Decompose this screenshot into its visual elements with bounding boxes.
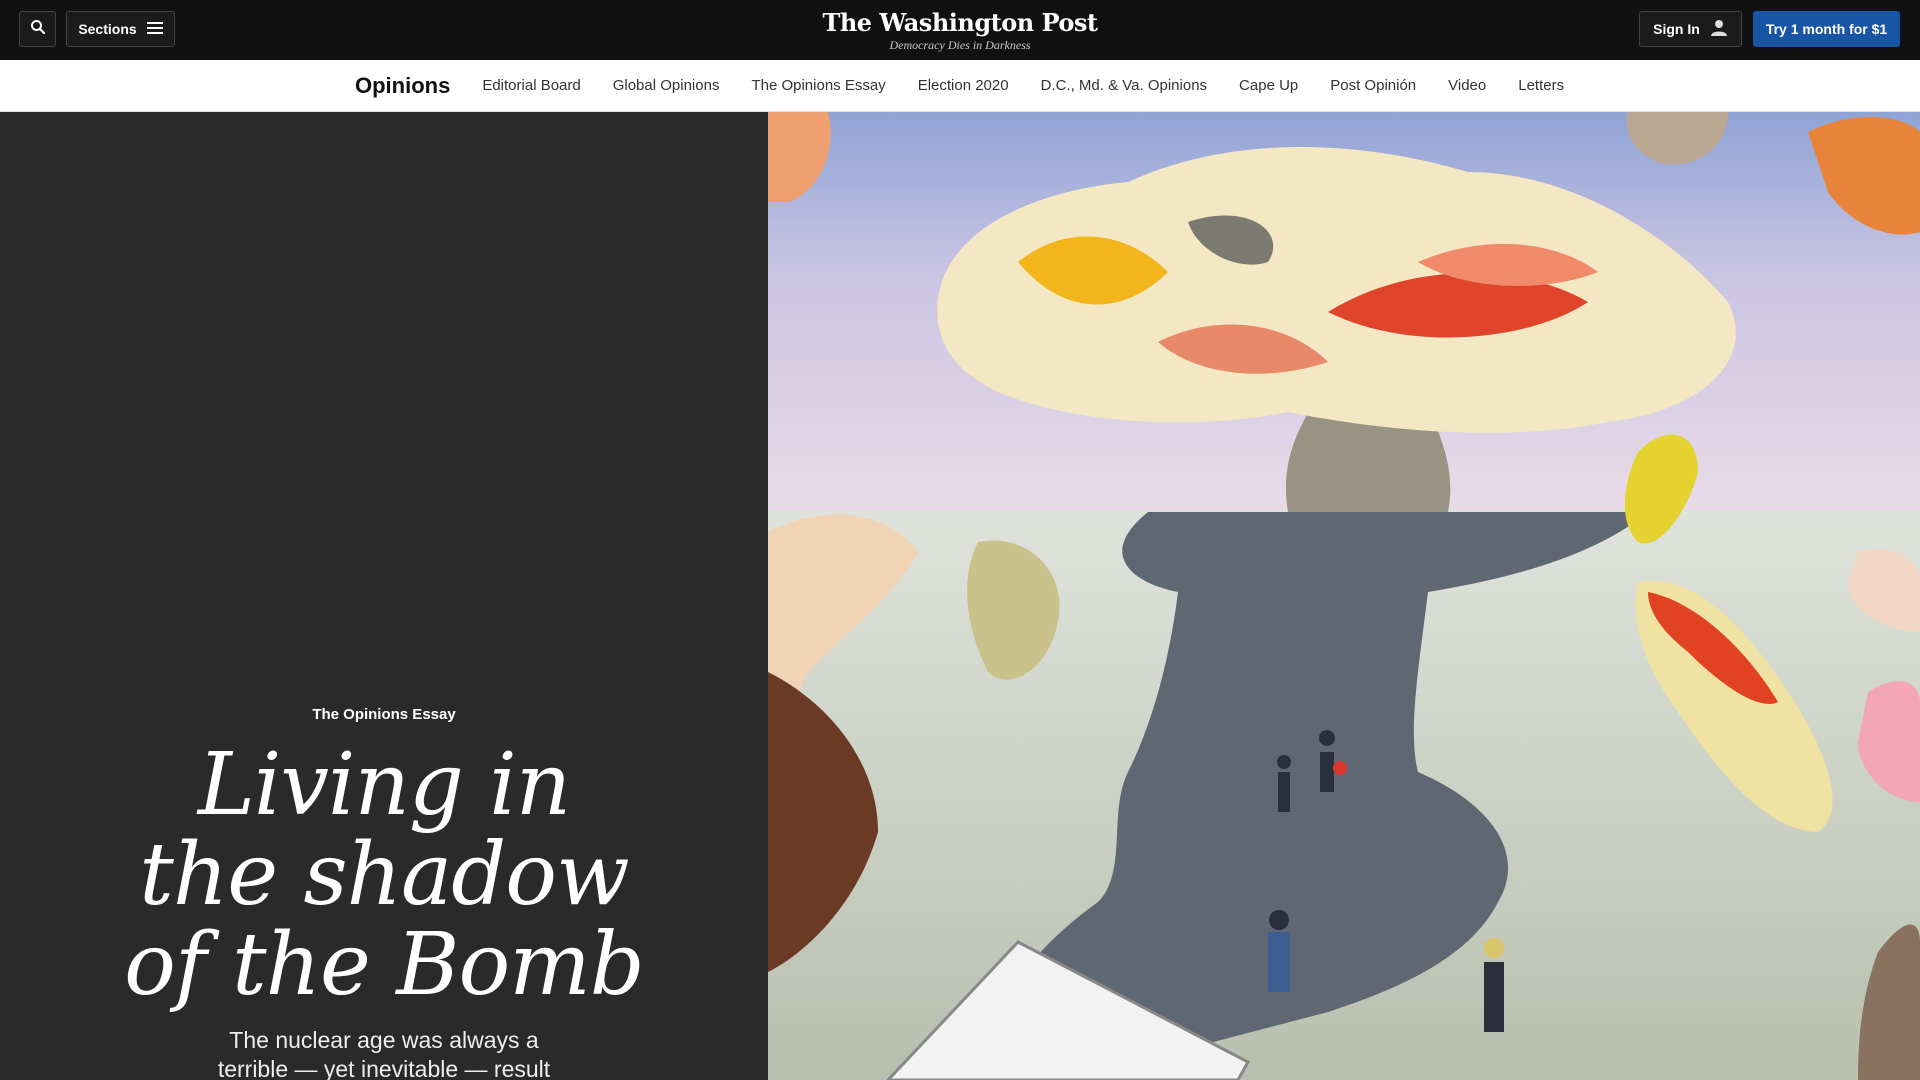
nav-item-letters[interactable]: Letters: [1518, 77, 1564, 94]
article-kicker[interactable]: The Opinions Essay: [0, 706, 768, 723]
user-icon: [1710, 19, 1728, 40]
hero-illustration: [768, 112, 1920, 1080]
logo[interactable]: The Washington Post: [0, 8, 1920, 37]
nav-item-post-opinion[interactable]: Post Opinión: [1330, 77, 1416, 94]
sign-in-label: Sign In: [1653, 21, 1700, 37]
masthead[interactable]: The Washington Post Democracy Dies in Da…: [0, 8, 1920, 53]
article-headline: Living in the shadow of the Bomb: [0, 740, 768, 1010]
nav-item-dc-md-va-opinions[interactable]: D.C., Md. & Va. Opinions: [1041, 77, 1207, 94]
headline-line-2: the shadow: [139, 825, 629, 925]
dek-line-2: terrible — yet inevitable — result: [217, 1056, 551, 1080]
section-nav: Opinions Editorial Board Global Opinions…: [0, 60, 1920, 112]
dek-line-1: The nuclear age was always a: [229, 1027, 539, 1053]
tagline: Democracy Dies in Darkness: [889, 38, 1031, 52]
article-dek: The nuclear age was always a terrible — …: [0, 1026, 768, 1080]
headline-line-1: Living in: [197, 735, 571, 835]
nav-item-video[interactable]: Video: [1448, 77, 1486, 94]
sign-in-button[interactable]: Sign In: [1639, 11, 1742, 47]
subscribe-button[interactable]: Try 1 month for $1: [1753, 11, 1900, 47]
nav-item-editorial-board[interactable]: Editorial Board: [482, 77, 580, 94]
nav-item-election-2020[interactable]: Election 2020: [918, 77, 1009, 94]
nav-item-global-opinions[interactable]: Global Opinions: [613, 77, 720, 94]
top-bar: Sections The Washington Post Democracy D…: [0, 0, 1920, 60]
nav-item-cape-up[interactable]: Cape Up: [1239, 77, 1298, 94]
headline-line-3: of the Bomb: [124, 915, 645, 1015]
nav-item-opinions-essay[interactable]: The Opinions Essay: [751, 77, 885, 94]
article-intro-panel: The Opinions Essay Living in the shadow …: [0, 112, 768, 1080]
section-title[interactable]: Opinions: [355, 73, 450, 99]
